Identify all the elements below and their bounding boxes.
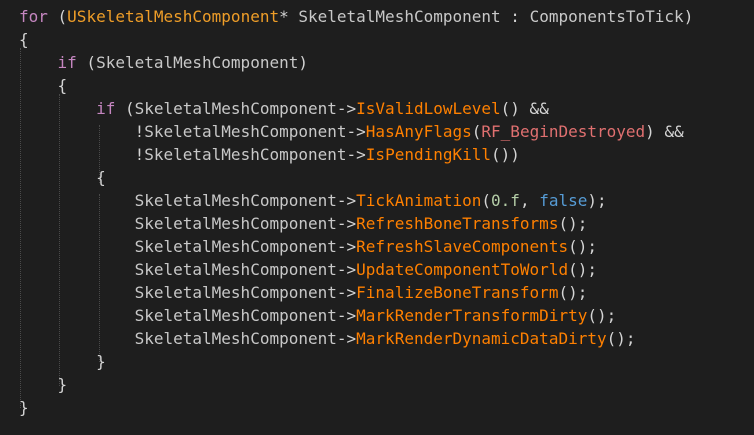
code-line[interactable]: { <box>19 28 29 51</box>
code-token: -> <box>346 145 366 164</box>
code-token: MarkRenderTransformDirty <box>356 306 588 325</box>
code-token: (); <box>606 329 636 348</box>
code-token: SkeletalMeshComponent <box>134 260 337 279</box>
code-line[interactable]: SkeletalMeshComponent->UpdateComponentTo… <box>19 258 597 281</box>
code-token: (); <box>558 214 588 233</box>
code-token: SkeletalMeshComponent <box>134 237 337 256</box>
code-token: SkeletalMeshComponent <box>134 191 337 210</box>
code-token: ) <box>298 53 308 72</box>
code-token: FinalizeBoneTransform <box>356 283 559 302</box>
code-token: } <box>19 375 68 394</box>
code-line[interactable]: } <box>19 350 106 373</box>
code-line[interactable]: SkeletalMeshComponent->RefreshSlaveCompo… <box>19 235 597 258</box>
code-token: SkeletalMeshComponent <box>134 283 337 302</box>
code-token: SkeletalMeshComponent <box>96 53 299 72</box>
code-token: UpdateComponentToWorld <box>356 260 569 279</box>
code-token: RefreshBoneTransforms <box>356 214 559 233</box>
code-token: -> <box>346 122 366 141</box>
code-token: -> <box>336 260 357 279</box>
code-token: ) && <box>645 122 684 141</box>
code-token: ( <box>115 99 135 118</box>
code-token: -> <box>336 191 357 210</box>
code-token: ! <box>19 122 145 141</box>
code-line[interactable]: !SkeletalMeshComponent->HasAnyFlags(RF_B… <box>19 120 684 143</box>
code-token: SkeletalMeshComponent <box>134 214 337 233</box>
code-token: ) <box>683 7 694 26</box>
code-token: () && <box>500 99 549 118</box>
code-token: -> <box>336 214 357 233</box>
code-token: USkeletalMeshComponent <box>67 7 280 26</box>
code-token: * <box>279 7 299 26</box>
code-token: ComponentsToTick <box>529 7 684 26</box>
code-token: { <box>19 168 106 187</box>
code-token: -> <box>336 283 357 302</box>
code-token: (); <box>568 260 597 279</box>
code-token: (); <box>558 283 588 302</box>
code-line[interactable]: SkeletalMeshComponent->TickAnimation(0.f… <box>19 189 607 212</box>
code-token: } <box>19 398 29 417</box>
code-token: SkeletalMeshComponent <box>134 99 337 118</box>
code-token: (); <box>568 237 597 256</box>
code-token: , <box>519 191 540 210</box>
code-line[interactable]: SkeletalMeshComponent->MarkRenderTransfo… <box>19 304 617 327</box>
code-token: ( <box>481 191 492 210</box>
code-line[interactable]: } <box>19 396 29 419</box>
code-token: -> <box>336 237 357 256</box>
code-token: false <box>539 191 588 210</box>
code-token: SkeletalMeshComponent <box>298 7 501 26</box>
code-token: } <box>19 352 106 371</box>
code-token: RF_BeginDestroyed <box>481 122 646 141</box>
code-line[interactable]: SkeletalMeshComponent->FinalizeBoneTrans… <box>19 281 588 304</box>
code-token: ( <box>47 7 68 26</box>
code-token: SkeletalMeshComponent <box>134 329 337 348</box>
code-line[interactable]: if (SkeletalMeshComponent) <box>19 51 308 74</box>
code-token: TickAnimation <box>356 191 482 210</box>
code-line[interactable]: SkeletalMeshComponent->RefreshBoneTransf… <box>19 212 588 235</box>
code-token: ()) <box>491 145 520 164</box>
code-token: MarkRenderDynamicDataDirty <box>356 329 607 348</box>
code-token: ! <box>19 145 145 164</box>
code-token: -> <box>336 99 357 118</box>
code-token: { <box>19 76 68 95</box>
code-token: RefreshSlaveComponents <box>356 237 569 256</box>
code-token: -> <box>336 306 357 325</box>
code-token: SkeletalMeshComponent <box>144 122 347 141</box>
code-token: ( <box>471 122 482 141</box>
code-editor[interactable]: for (USkeletalMeshComponent* SkeletalMes… <box>0 0 754 435</box>
code-token: ); <box>587 191 607 210</box>
code-token: 0.f <box>491 191 520 210</box>
code-line[interactable]: SkeletalMeshComponent->MarkRenderDynamic… <box>19 327 636 350</box>
code-token: : <box>500 7 530 26</box>
code-token: IsPendingKill <box>365 145 492 164</box>
code-token: IsValidLowLevel <box>356 99 501 118</box>
code-token: if <box>19 53 77 72</box>
code-line[interactable]: { <box>19 74 68 97</box>
code-line[interactable]: if (SkeletalMeshComponent->IsValidLowLev… <box>19 97 549 120</box>
code-token: for <box>19 7 48 26</box>
code-line[interactable]: } <box>19 373 68 396</box>
code-token: if <box>19 99 116 118</box>
code-token: ( <box>76 53 97 72</box>
code-token: SkeletalMeshComponent <box>134 306 337 325</box>
code-token: SkeletalMeshComponent <box>144 145 347 164</box>
code-token: HasAnyFlags <box>365 122 472 141</box>
code-line[interactable]: !SkeletalMeshComponent->IsPendingKill()) <box>19 143 520 166</box>
code-line[interactable]: { <box>19 166 106 189</box>
code-token: { <box>19 30 29 49</box>
code-token: -> <box>336 329 357 348</box>
code-token: (); <box>587 306 617 325</box>
code-line[interactable]: for (USkeletalMeshComponent* SkeletalMes… <box>19 5 693 28</box>
